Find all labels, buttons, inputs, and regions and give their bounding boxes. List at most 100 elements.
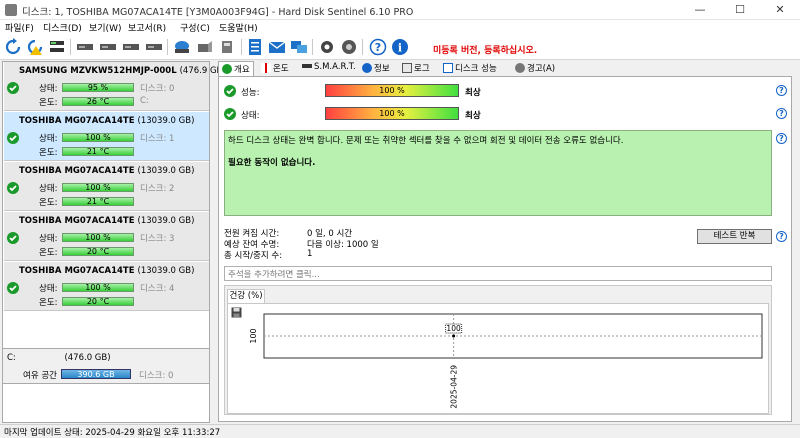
performance-rating: 최상 [465,88,481,98]
title-bar: 디스크: 1, TOSHIBA MG07ACA14TE [Y3M0A003F94… [0,0,800,20]
start-stop-value: 1 [307,249,313,259]
status-description-box: 하드 디스크 상태는 완벽 합니다. 문제 또는 취약한 섹터를 찾을 수 없으… [224,130,772,216]
maximize-button[interactable]: ☐ [720,0,760,20]
close-button[interactable]: ✕ [760,0,800,20]
free-space-label: 여유 공간 [23,371,57,381]
svg-text:?: ? [375,41,381,54]
health-chart: 100 100 2025-04-29 [227,303,769,414]
disk-icon[interactable] [99,38,117,56]
app-icon [5,4,17,16]
disk-icon[interactable] [76,38,94,56]
disk-icon[interactable] [145,38,163,56]
menu-help[interactable]: 도움말(H) [219,21,258,34]
status-ok-icon [7,132,19,144]
disk-item[interactable]: SAMSUNG MZVKW512HMJP-000L (476.9 GB) 상태:… [4,62,226,111]
toolbar-separator [241,39,242,55]
register-promo-link[interactable]: 미등록 버전, 등록하십시오. [433,43,537,56]
health-bar: 100 % [62,183,134,192]
overview-icon [222,64,232,74]
health-bar: 95 % [62,83,134,92]
alert-icon [515,63,525,73]
status-ok-icon [7,232,19,244]
drive-icon[interactable] [173,38,191,56]
toolbar-separator [312,39,313,55]
health-history-tab[interactable]: 건강 (%) [227,289,265,303]
tab-bar: 개요 온도 S.M.A.R.T. 정보 로그 디스크 성능 경고(A) [218,61,792,76]
status-ok-icon [224,108,236,120]
status-ok-icon [7,282,19,294]
drive-icon[interactable] [219,38,237,56]
tab-overview[interactable]: 개요 [218,61,254,76]
report-icon[interactable] [246,38,264,56]
menu-config[interactable]: 구성(C) [180,21,210,34]
repeat-test-button[interactable]: 테스트 반복 [697,229,772,244]
disk-item[interactable]: TOSHIBA MG07ACA14TE (13039.0 GB) 상태: 100… [4,212,209,261]
drive-icon[interactable] [196,38,214,56]
sound-icon[interactable] [340,38,358,56]
disk-list-icon[interactable] [48,38,66,56]
disk-icon[interactable] [122,38,140,56]
disk-item[interactable]: TOSHIBA MG07ACA14TE (13039.0 GB) 상태: 100… [4,162,209,211]
minimize-button[interactable]: — [680,0,720,20]
refresh-icon[interactable] [4,38,22,56]
volume-info: C: (476.0 GB) [7,353,111,363]
disk-name: TOSHIBA MG07ACA14TE (13039.0 GB) [19,166,195,176]
temperature-bar: 20 °C [62,247,134,256]
email-icon[interactable] [268,38,286,56]
tab-alerts[interactable]: 경고(A) [512,61,558,76]
disk-name: TOSHIBA MG07ACA14TE (13039.0 GB) [19,116,195,126]
lifetime-value: 다음 이상: 1000 일 [307,240,379,250]
performance-bar: 100 % [325,84,459,97]
refresh-warning-icon[interactable] [26,38,44,56]
health-label: 상태: [39,284,58,294]
menu-bar: 파일(F) 디스크(D) 보기(W) 보고서(R) 구성(C) 도움말(H) [0,20,800,34]
help-icon[interactable]: ? [776,85,787,96]
chart-svg: 100 100 2025-04-29 [249,313,763,409]
health-bar: 100 % [62,283,134,292]
disk-number: 디스크: 2 [140,184,175,194]
status-ok-icon [7,182,19,194]
disk-number: 디스크: 4 [140,284,175,294]
health-bar: 100 % [325,107,459,120]
volume-panel[interactable]: C: (476.0 GB) 여유 공간 390.6 GB 디스크: 0 [2,348,210,384]
y-tick-label: 100 [249,328,258,343]
performance-label: 성능: [241,88,260,98]
action-description: 필요한 동작이 없습니다. [228,158,316,168]
tab-disk-performance[interactable]: 디스크 성능 [440,61,500,76]
data-label: 100 [446,324,461,333]
network-icon[interactable] [290,38,308,56]
settings-icon[interactable] [318,38,336,56]
info-icon[interactable]: i [391,38,409,56]
menu-file[interactable]: 파일(F) [5,21,34,34]
menu-disk[interactable]: 디스크(D) [43,21,82,34]
temperature-bar: 21 °C [62,197,134,206]
temperature-label: 온도: [39,98,58,108]
tab-temperature[interactable]: 온도 [258,61,292,76]
toolbar-separator [70,39,71,55]
temperature-label: 온도: [39,148,58,158]
tab-log[interactable]: 로그 [399,61,433,76]
health-label: 상태: [39,234,58,244]
disk-item[interactable]: TOSHIBA MG07ACA14TE (13039.0 GB) 상태: 100… [4,262,209,311]
tab-smart[interactable]: S.M.A.R.T. [299,61,359,76]
help-icon[interactable]: ? [369,38,387,56]
tab-information[interactable]: 정보 [359,61,393,76]
window-title: 디스크: 1, TOSHIBA MG07ACA14TE [Y3M0A003F94… [22,7,414,18]
disk-name: TOSHIBA MG07ACA14TE (13039.0 GB) [19,216,195,226]
menu-report[interactable]: 보고서(R) [128,21,166,34]
status-bar: 마지막 업데이트 상태: 2025-04-29 화요일 오후 11:33:27 [0,424,800,438]
comment-input[interactable]: 주석을 추가하려면 클릭... [224,266,772,281]
disk-number: 디스크: 3 [140,234,175,244]
temperature-label: 온도: [39,248,58,258]
toolbar-separator [167,39,168,55]
status-ok-icon [7,82,19,94]
smart-icon [302,64,312,68]
help-icon[interactable]: ? [776,231,787,242]
health-bar: 100 % [62,133,134,142]
x-tick-label: 2025-04-29 [450,365,459,409]
help-icon[interactable]: ? [776,108,787,119]
menu-view[interactable]: 보기(W) [89,21,121,34]
disk-item-selected[interactable]: TOSHIBA MG07ACA14TE (13039.0 GB) 상태: 100… [4,112,209,161]
free-space-bar: 390.6 GB [61,369,131,379]
help-icon[interactable]: ? [776,133,787,144]
